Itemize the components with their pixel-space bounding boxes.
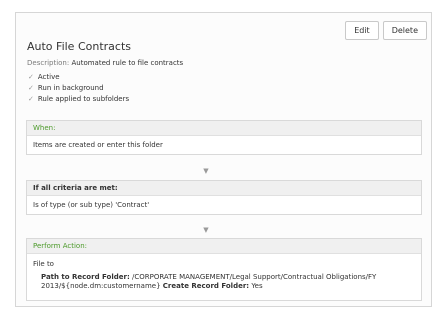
flag-label: Rule applied to subfolders: [37, 95, 130, 103]
action-section: Perform Action: File to Path to Record F…: [26, 238, 422, 301]
check-icon: ✓: [28, 84, 34, 92]
flag-label: Run in background: [37, 84, 104, 92]
path-line-continued: 2013/${node.dm:customername} Create Reco…: [33, 282, 415, 291]
path-label: Path to Record Folder:: [41, 273, 130, 281]
action-name: File to: [33, 260, 54, 268]
rule-panel: Edit Delete Auto File Contracts Descript…: [15, 12, 432, 307]
check-icon: ✓: [28, 73, 34, 81]
when-heading: When:: [27, 121, 421, 136]
flag-applied-to-subfolders: ✓ Rule applied to subfolders: [28, 94, 129, 105]
flow-arrow-icon: ▼: [203, 226, 209, 234]
rule-toolbar: Edit Delete: [345, 21, 427, 40]
rule-title: Auto File Contracts: [27, 40, 131, 53]
flag-label: Active: [37, 73, 60, 81]
rule-flags: ✓ Active ✓ Run in background ✓ Rule applied…: [28, 72, 129, 105]
criteria-condition: Is of type (or sub type) 'Contract': [33, 201, 150, 209]
path-value: /CORPORATE MANAGEMENT/Legal Support/Cont…: [131, 273, 377, 281]
description-text: Automated rule to file contracts: [71, 59, 184, 67]
edit-button[interactable]: Edit: [345, 21, 379, 40]
criteria-heading: If all criteria are met:: [27, 181, 421, 196]
rule-description: Description: Automated rule to file cont…: [27, 59, 183, 67]
create-folder-label: Create Record Folder:: [162, 282, 250, 290]
description-label: Description:: [27, 59, 70, 67]
when-section: When: Items are created or enter this fo…: [26, 120, 422, 155]
flow-arrow-icon: ▼: [203, 167, 209, 175]
check-icon: ✓: [28, 95, 34, 103]
delete-button[interactable]: Delete: [382, 21, 427, 40]
flag-active: ✓ Active: [28, 72, 129, 83]
criteria-section: If all criteria are met: Is of type (or …: [26, 180, 422, 215]
create-folder-value: Yes: [251, 282, 263, 290]
when-condition: Items are created or enter this folder: [33, 141, 163, 149]
flag-run-in-background: ✓ Run in background: [28, 83, 129, 94]
path-line: Path to Record Folder: /CORPORATE MANAGE…: [33, 273, 415, 282]
action-heading: Perform Action:: [27, 239, 421, 254]
action-body: File to Path to Record Folder: /CORPORAT…: [27, 254, 421, 295]
path-value-continued: 2013/${node.dm:customername}: [41, 282, 161, 290]
